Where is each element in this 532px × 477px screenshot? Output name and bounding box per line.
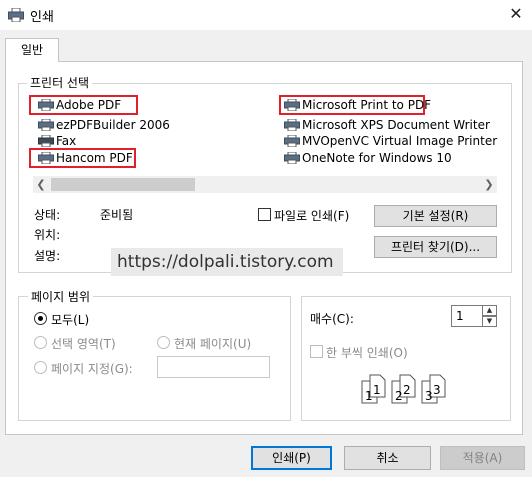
copies-input[interactable]: 1 — [451, 305, 483, 327]
printer-icon — [38, 99, 54, 111]
printer-name: ezPDFBuilder 2006 — [56, 118, 170, 132]
printer-icon — [284, 152, 300, 164]
collate-page-number: 2 — [403, 383, 411, 397]
printer-icon — [284, 119, 300, 131]
copies-stepper[interactable]: 1 ▲ ▼ — [451, 305, 497, 327]
pages-input[interactable] — [157, 356, 270, 378]
printer-item[interactable]: OneNote for Windows 10 — [284, 150, 452, 166]
printer-item[interactable]: Fax — [38, 133, 76, 149]
fax-icon — [38, 135, 54, 147]
printer-name: MVOpenVC Virtual Image Printer — [302, 134, 498, 148]
preferences-button[interactable]: 기본 설정(R) — [374, 205, 497, 227]
window-title: 인쇄 — [30, 10, 54, 25]
printer-select-title: 프린터 선택 — [27, 74, 93, 91]
copies-label: 매수(C): — [310, 312, 354, 326]
printer-item[interactable]: MVOpenVC Virtual Image Printer — [284, 133, 497, 149]
watermark-text: https://dolpali.tistory.com — [111, 248, 343, 276]
printer-name: Microsoft Print to PDF — [302, 98, 432, 112]
scroll-right-icon[interactable]: ❯ — [481, 176, 497, 193]
radio-selection-label: 선택 영역(T) — [51, 337, 116, 351]
radio-all[interactable] — [34, 312, 47, 325]
location-label: 위치: — [34, 228, 61, 242]
tab-general[interactable]: 일반 — [5, 38, 59, 62]
comment-label: 설명: — [34, 249, 61, 263]
page-range-title: 페이지 범위 — [28, 288, 94, 305]
radio-pages-label: 페이지 지정(G): — [51, 362, 133, 376]
printer-item[interactable]: Hancom PDF — [38, 150, 133, 166]
print-button[interactable]: 인쇄(P) — [251, 446, 332, 470]
printer-item[interactable]: ezPDFBuilder 2006 — [38, 117, 170, 133]
collate-page-number: 3 — [433, 383, 441, 397]
horizontal-scrollbar[interactable]: ❮ ❯ — [33, 176, 497, 193]
printer-name: Hancom PDF — [56, 151, 133, 165]
find-printer-button[interactable]: 프린터 찾기(D)... — [374, 236, 497, 258]
close-icon[interactable]: ✕ — [505, 3, 527, 25]
printer-icon — [284, 135, 300, 147]
printer-icon — [38, 152, 54, 164]
collate-page-number: 2 — [395, 389, 403, 403]
cancel-button[interactable]: 취소 — [344, 446, 431, 470]
spin-up-icon[interactable]: ▲ — [482, 305, 497, 316]
title-bar — [0, 0, 532, 30]
scroll-left-icon[interactable]: ❮ — [33, 176, 49, 193]
radio-current-page[interactable] — [157, 336, 170, 349]
status-value: 준비됨 — [100, 208, 134, 222]
apply-button[interactable]: 적용(A) — [440, 446, 525, 470]
status-label: 상태: — [34, 208, 61, 222]
radio-selection[interactable] — [34, 336, 47, 349]
print-to-file-label: 파일로 인쇄(F) — [274, 209, 350, 223]
printer-name: OneNote for Windows 10 — [302, 151, 452, 165]
printer-item[interactable]: Microsoft Print to PDF — [284, 97, 431, 113]
print-to-file-checkbox[interactable] — [258, 208, 271, 221]
printer-icon — [38, 119, 54, 131]
printer-icon — [284, 99, 300, 111]
printer-item[interactable]: Microsoft XPS Document Writer — [284, 117, 490, 133]
radio-all-label: 모두(L) — [51, 313, 90, 327]
printer-icon — [8, 8, 24, 22]
collate-pages-icon: 1 1 2 2 3 3 — [361, 374, 446, 404]
collate-label: 한 부씩 인쇄(O) — [326, 346, 408, 360]
printer-item[interactable]: Adobe PDF — [38, 97, 121, 113]
scrollbar-thumb[interactable] — [51, 178, 195, 191]
printer-name: Adobe PDF — [56, 98, 122, 112]
spin-down-icon[interactable]: ▼ — [482, 316, 497, 327]
radio-current-page-label: 현재 페이지(U) — [174, 337, 252, 351]
printer-name: Fax — [56, 134, 77, 148]
collate-page-number: 1 — [373, 383, 381, 397]
collate-checkbox[interactable] — [310, 345, 323, 358]
printer-name: Microsoft XPS Document Writer — [302, 118, 490, 132]
radio-pages[interactable] — [34, 361, 47, 374]
collate-page-number: 3 — [425, 389, 433, 403]
collate-page-number: 1 — [365, 389, 373, 403]
